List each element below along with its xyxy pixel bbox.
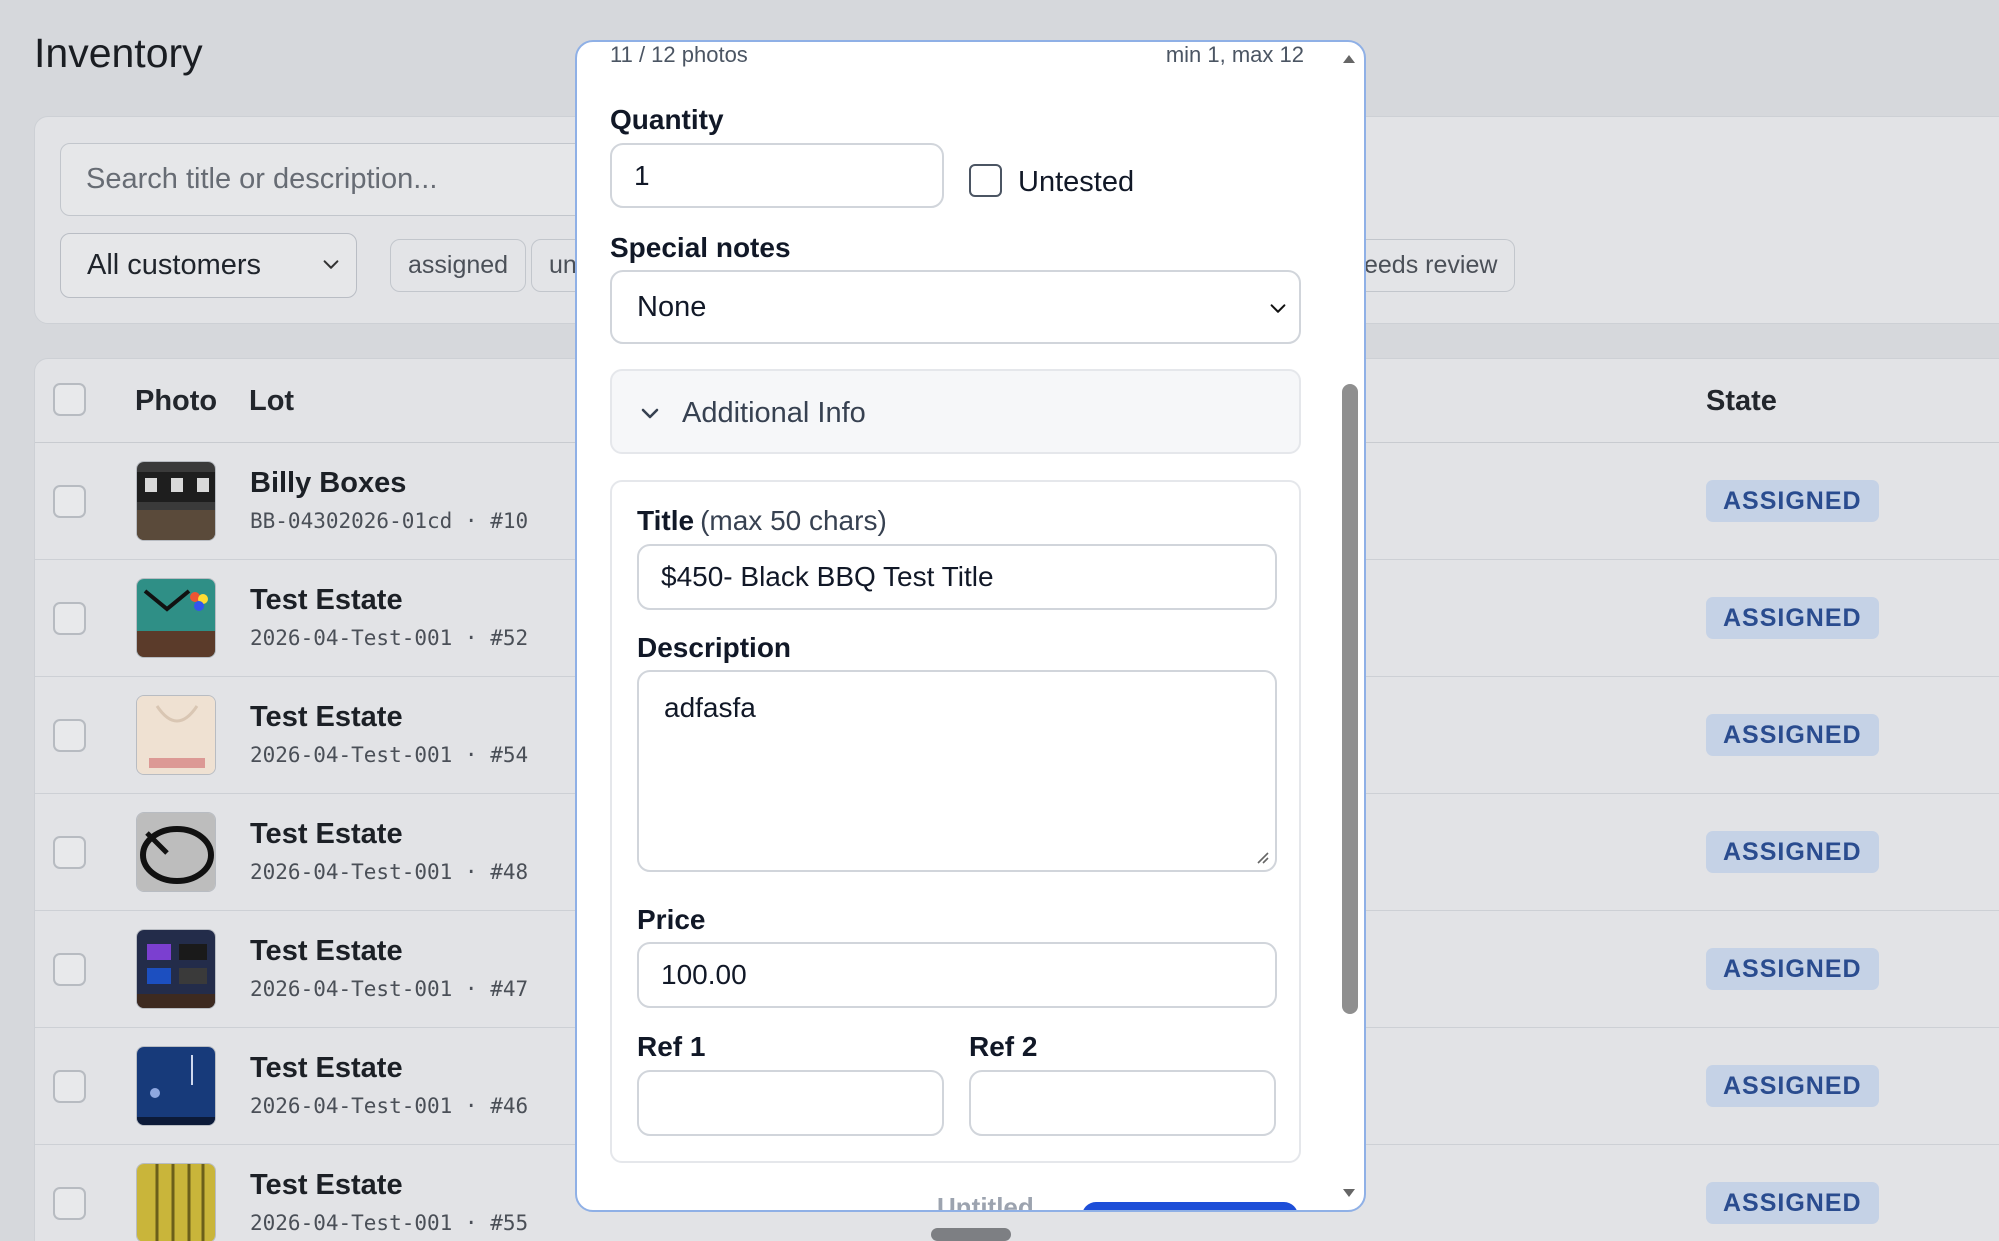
customer-filter-select[interactable]: All customers [60, 233, 357, 298]
column-header-lot[interactable]: Lot [249, 385, 294, 418]
chevron-down-icon [1270, 304, 1286, 313]
column-header-state[interactable]: State [1706, 385, 1777, 418]
chevron-down-icon [323, 260, 339, 269]
row-checkbox[interactable] [53, 1070, 86, 1103]
item-thumbnail[interactable] [136, 929, 216, 1009]
additional-info-title: Additional Info [682, 397, 866, 429]
triangle-down-icon[interactable] [1342, 1188, 1356, 1198]
special-notes-select[interactable]: None [610, 270, 1301, 344]
special-notes-value: None [637, 290, 707, 323]
lot-code: 2026-04-Test-001 · #52 [250, 626, 529, 650]
ref2-label: Ref 2 [969, 1031, 1038, 1062]
select-all-checkbox[interactable] [53, 383, 86, 416]
photo-limits: min 1, max 12 [1165, 42, 1304, 67]
description-textarea[interactable]: adfasfa [637, 670, 1277, 872]
row-checkbox[interactable] [53, 485, 86, 518]
lot-name: Billy Boxes [250, 467, 407, 499]
thumbnail-image [137, 1047, 215, 1125]
status-badge: ASSIGNED [1706, 831, 1879, 873]
item-thumbnail[interactable] [136, 1046, 216, 1126]
row-checkbox[interactable] [53, 1187, 86, 1220]
title-hint: (max 50 chars) [700, 505, 887, 536]
status-badge: ASSIGNED [1706, 948, 1879, 990]
item-thumbnail[interactable] [136, 461, 216, 541]
lot-code: 2026-04-Test-001 · #46 [250, 1094, 529, 1118]
item-thumbnail[interactable] [136, 578, 216, 658]
photo-count: 11 / 12 photos [610, 42, 748, 67]
row-checkbox[interactable] [53, 953, 86, 986]
chip-assigned[interactable]: assigned [390, 239, 527, 292]
item-thumbnail[interactable] [136, 812, 216, 892]
column-header-photo[interactable]: Photo [135, 385, 217, 418]
title-label: Title (max 50 chars) [637, 505, 887, 537]
lot-code: 2026-04-Test-001 · #54 [250, 743, 529, 767]
edit-item-modal: 11 / 12 photos min 1, max 12 Quantity Un… [575, 40, 1366, 1212]
thumbnail-image [137, 579, 215, 657]
search-input[interactable] [60, 143, 620, 216]
thumbnail-image [137, 1164, 215, 1241]
chip-needs-review[interactable]: eeds review [1358, 239, 1516, 292]
price-input[interactable] [637, 942, 1277, 1008]
status-badge: ASSIGNED [1706, 714, 1879, 756]
row-checkbox[interactable] [53, 836, 86, 869]
additional-info-toggle[interactable]: Additional Info [610, 369, 1301, 454]
lot-name: Test Estate [250, 1052, 403, 1084]
description-label: Description [637, 632, 792, 663]
additional-info-panel: Title(max 50 chars) Description adfasfa … [610, 480, 1301, 1163]
lot-name: Test Estate [250, 935, 403, 967]
status-badge: ASSIGNED [1706, 480, 1879, 522]
lot-name: Test Estate [250, 701, 403, 733]
triangle-up-icon[interactable] [1342, 54, 1356, 64]
quantity-label: Quantity [610, 104, 724, 135]
row-checkbox[interactable] [53, 719, 86, 752]
customer-filter-value: All customers [87, 249, 262, 281]
lot-name: Test Estate [250, 1169, 403, 1201]
lot-name: Test Estate [250, 818, 403, 850]
price-label: Price [637, 904, 706, 935]
lot-code: 2026-04-Test-001 · #47 [250, 977, 529, 1001]
save-button[interactable] [1082, 1202, 1298, 1210]
title-label-text: Title [637, 505, 695, 536]
lot-code: 2026-04-Test-001 · #55 [250, 1211, 529, 1235]
ref1-label: Ref 1 [637, 1031, 706, 1062]
status-badge: ASSIGNED [1706, 597, 1879, 639]
thumbnail-image [137, 696, 215, 774]
description-value: adfasfa [664, 692, 756, 723]
thumbnail-image [137, 813, 215, 891]
thumbnail-image [137, 462, 215, 540]
item-thumbnail[interactable] [136, 695, 216, 775]
thumbnail-image [137, 930, 215, 1008]
row-checkbox[interactable] [53, 602, 86, 635]
scrollbar-thumb[interactable] [1342, 384, 1358, 1014]
drag-handle[interactable] [931, 1228, 1011, 1241]
resize-grip-icon[interactable] [1253, 848, 1269, 864]
ref2-input[interactable] [969, 1070, 1276, 1136]
lot-code: 2026-04-Test-001 · #48 [250, 860, 529, 884]
quantity-input[interactable] [610, 143, 944, 208]
untested-label[interactable]: Untested [1018, 166, 1134, 199]
item-thumbnail[interactable] [136, 1163, 216, 1241]
chevron-down-icon [641, 408, 659, 419]
title-input[interactable] [637, 544, 1277, 610]
untested-checkbox[interactable] [969, 164, 1002, 197]
lot-code: BB-04302026-01cd · #10 [250, 509, 529, 533]
page-title: Inventory [34, 30, 203, 76]
special-notes-label: Special notes [610, 232, 791, 263]
status-badge: ASSIGNED [1706, 1182, 1879, 1224]
lot-name: Test Estate [250, 584, 403, 616]
ref1-input[interactable] [637, 1070, 944, 1136]
footer-untitled-peek: Untitled [937, 1192, 1034, 1212]
status-badge: ASSIGNED [1706, 1065, 1879, 1107]
